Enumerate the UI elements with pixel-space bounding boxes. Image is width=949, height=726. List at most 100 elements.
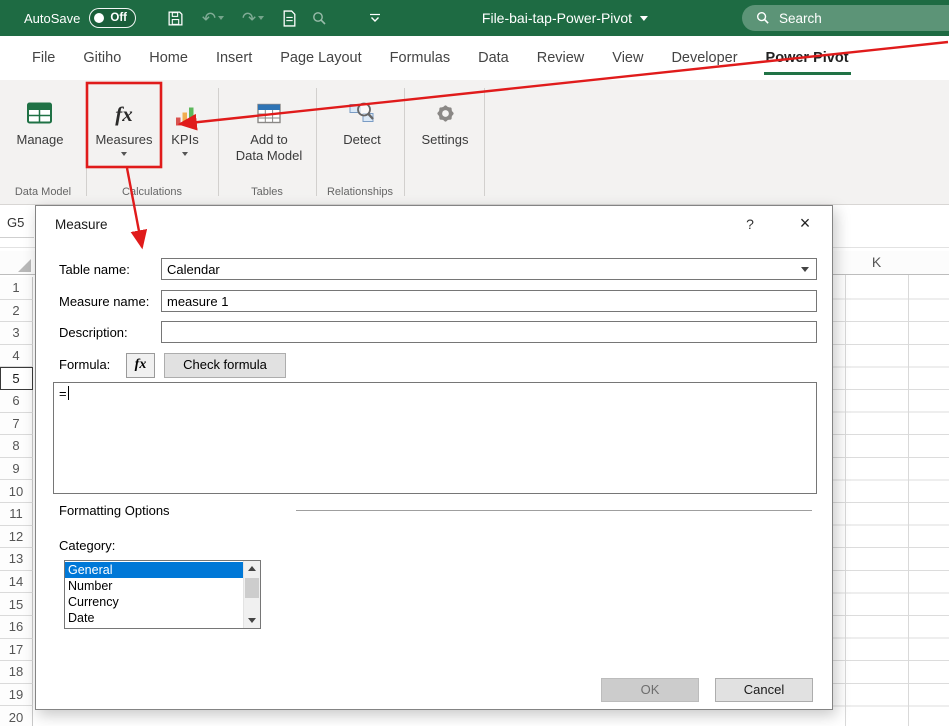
dialog-title: Measure <box>55 217 108 232</box>
table-name-value: Calendar <box>167 262 220 277</box>
cell-grid[interactable] <box>833 277 949 726</box>
save-button[interactable] <box>162 0 188 36</box>
name-box-value: G5 <box>7 215 24 230</box>
qat-chevron-icon <box>368 13 382 24</box>
table-name-label: Table name: <box>59 262 130 277</box>
select-all-corner-icon[interactable] <box>18 259 31 272</box>
undo-icon: ↶ <box>202 10 216 27</box>
tab-data[interactable]: Data <box>464 36 523 80</box>
tab-power-pivot[interactable]: Power Pivot <box>752 36 863 80</box>
scroll-down-icon[interactable] <box>244 613 260 628</box>
add-to-data-model-label-line2: Data Model <box>236 148 302 164</box>
row-header[interactable]: 17 <box>0 639 33 662</box>
kpis-icon <box>175 85 195 127</box>
ribbon: Manage fx Measures KPIs <box>0 80 949 205</box>
document-title[interactable]: File-bai-tap-Power-Pivot <box>482 0 648 36</box>
kpis-label: KPIs <box>171 132 198 148</box>
scrollbar-thumb[interactable] <box>245 578 259 598</box>
text-cursor <box>68 386 69 400</box>
undo-button[interactable]: ↶ <box>196 0 230 36</box>
document-title-text: File-bai-tap-Power-Pivot <box>482 10 632 26</box>
measure-dialog: Measure ? × Table name: Calendar Measure… <box>35 205 833 710</box>
row-header[interactable]: 3 <box>0 322 33 345</box>
row-header[interactable]: 20 <box>0 706 33 726</box>
measures-button[interactable]: fx Measures <box>90 85 158 183</box>
row-header[interactable]: 15 <box>0 593 33 616</box>
tab-view[interactable]: View <box>598 36 657 80</box>
manage-label: Manage <box>17 132 64 148</box>
undo-chevron-icon <box>218 16 224 20</box>
gridline-vertical <box>845 275 846 726</box>
autosave-label: AutoSave <box>24 11 80 26</box>
row-header[interactable]: 9 <box>0 458 33 481</box>
row-header-active[interactable]: 5 <box>0 367 33 390</box>
row-header[interactable]: 1 <box>0 277 33 300</box>
manage-button[interactable]: Manage <box>4 85 76 183</box>
insert-function-button[interactable]: fx <box>126 353 155 378</box>
tab-review[interactable]: Review <box>523 36 599 80</box>
dialog-help-button[interactable]: ? <box>734 212 766 236</box>
detect-button[interactable]: Detect <box>328 85 396 183</box>
tab-page-layout[interactable]: Page Layout <box>266 36 375 80</box>
combo-chevron-down-icon <box>801 267 809 272</box>
tab-insert[interactable]: Insert <box>202 36 266 80</box>
add-to-data-model-button[interactable]: Add to Data Model <box>228 85 310 183</box>
row-header[interactable]: 13 <box>0 548 33 571</box>
formula-value: = <box>59 386 67 401</box>
listbox-scrollbar[interactable] <box>243 561 260 628</box>
kpis-button[interactable]: KPIs <box>162 85 208 183</box>
description-input[interactable] <box>161 321 817 343</box>
check-formula-button[interactable]: Check formula <box>164 353 286 378</box>
table-name-combobox[interactable]: Calendar <box>161 258 817 280</box>
category-option-date[interactable]: Date <box>65 610 243 626</box>
column-header-k[interactable]: K <box>845 251 908 274</box>
settings-button[interactable]: Settings <box>410 85 480 183</box>
row-header[interactable]: 11 <box>0 503 33 526</box>
description-label: Description: <box>59 325 128 340</box>
row-header[interactable]: 4 <box>0 345 33 368</box>
autosave-knob-icon <box>94 13 104 23</box>
name-box[interactable]: G5 <box>0 208 34 238</box>
ribbon-tab-bar: File Gitiho Home Insert Page Layout Form… <box>0 36 949 80</box>
print-preview-button[interactable] <box>276 0 302 36</box>
redo-chevron-icon <box>258 16 264 20</box>
ribbon-group-divider <box>218 88 219 196</box>
category-option-general[interactable]: General <box>65 562 243 578</box>
cancel-button[interactable]: Cancel <box>715 678 813 702</box>
qat-customize-button[interactable] <box>362 0 388 36</box>
scroll-up-icon[interactable] <box>244 561 260 576</box>
row-header[interactable]: 2 <box>0 300 33 323</box>
category-option-currency[interactable]: Currency <box>65 594 243 610</box>
formula-label: Formula: <box>59 357 110 372</box>
row-header[interactable]: 14 <box>0 571 33 594</box>
redo-button[interactable]: ↷ <box>236 0 270 36</box>
tab-file[interactable]: File <box>18 36 69 80</box>
measures-fx-icon: fx <box>115 85 133 127</box>
redo-icon: ↷ <box>242 10 256 27</box>
floppy-save-icon <box>167 10 184 27</box>
tab-formulas[interactable]: Formulas <box>376 36 464 80</box>
measure-name-input[interactable] <box>161 290 817 312</box>
tab-gitiho[interactable]: Gitiho <box>69 36 135 80</box>
formula-textarea[interactable]: = <box>53 382 817 494</box>
ok-button[interactable]: OK <box>601 678 699 702</box>
dialog-close-button[interactable]: × <box>788 210 822 236</box>
tab-developer[interactable]: Developer <box>657 36 751 80</box>
row-header[interactable]: 10 <box>0 480 33 503</box>
quick-search-button[interactable] <box>306 0 332 36</box>
row-header[interactable]: 18 <box>0 661 33 684</box>
search-icon <box>756 11 770 25</box>
autosave-state: Off <box>110 12 127 24</box>
formatting-options-label: Formatting Options <box>59 503 170 518</box>
row-header[interactable]: 12 <box>0 526 33 549</box>
row-header[interactable]: 6 <box>0 390 33 413</box>
row-header[interactable]: 7 <box>0 413 33 436</box>
row-header[interactable]: 8 <box>0 435 33 458</box>
autosave-toggle[interactable]: Off <box>89 8 136 28</box>
excel-window: AutoSave Off ↶ ↷ <box>0 0 949 726</box>
tab-home[interactable]: Home <box>135 36 202 80</box>
category-option-number[interactable]: Number <box>65 578 243 594</box>
row-header[interactable]: 19 <box>0 684 33 707</box>
row-header[interactable]: 16 <box>0 616 33 639</box>
search-box[interactable]: Search <box>742 5 949 31</box>
